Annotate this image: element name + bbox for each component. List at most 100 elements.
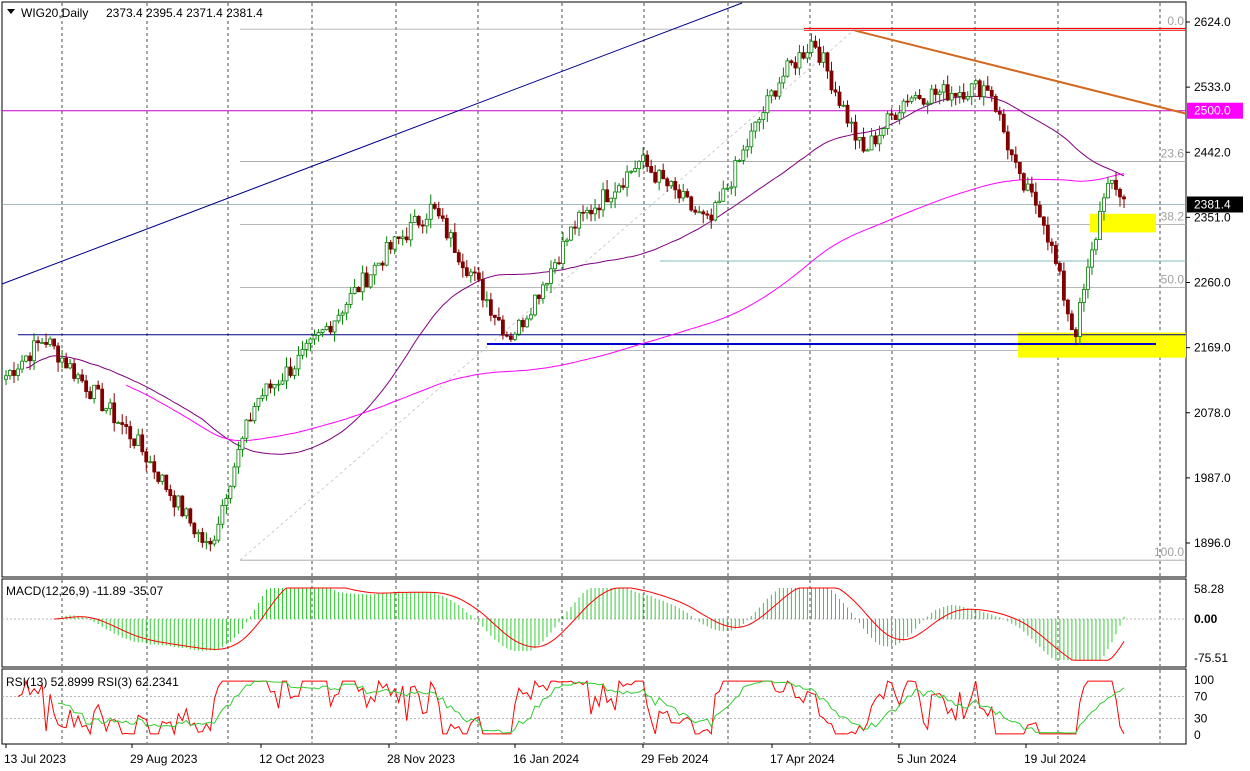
- candle-body: [244, 419, 249, 439]
- candle-body: [216, 523, 221, 541]
- price-tick-label: 1987.0: [1194, 471, 1231, 485]
- candle-body: [52, 338, 56, 347]
- candle-body: [521, 319, 525, 328]
- candle-body: [601, 189, 605, 211]
- candle-body: [641, 154, 646, 162]
- axes: 2624.02533.02442.02351.02260.02169.02078…: [4, 15, 1243, 766]
- candle-body: [625, 171, 630, 188]
- candle-body: [444, 217, 449, 239]
- price-tick-label: 2260.0: [1194, 276, 1231, 290]
- candle-body: [160, 474, 165, 482]
- moving-averages: [25, 95, 1125, 455]
- candle-body: [525, 318, 529, 328]
- candle-body: [116, 422, 121, 425]
- price-panel[interactable]: [1, 1, 1187, 578]
- candle-body: [657, 169, 662, 183]
- candle-body: [80, 374, 85, 382]
- candle-body: [757, 119, 762, 123]
- candle-body: [1025, 183, 1030, 191]
- candle-body: [60, 357, 65, 363]
- candle-body: [364, 272, 369, 288]
- candle-body: [969, 83, 974, 97]
- candle-body: [845, 104, 850, 124]
- candle-body: [985, 85, 990, 91]
- candle-body: [416, 215, 421, 226]
- candle-body: [569, 226, 573, 241]
- candle-body: [476, 272, 481, 280]
- date-label: 17 Apr 2024: [770, 752, 835, 766]
- candle-body: [913, 94, 918, 99]
- candle-body: [252, 405, 257, 422]
- rsi-panel[interactable]: [1, 668, 1187, 745]
- candle-body: [581, 211, 585, 214]
- candle-body: [817, 46, 822, 63]
- candle-body: [456, 252, 461, 263]
- candle-body: [152, 461, 157, 473]
- candle-body: [172, 495, 177, 508]
- date-label: 28 Nov 2023: [387, 752, 455, 766]
- candle-body: [653, 171, 658, 183]
- candle-body: [945, 84, 950, 101]
- candle-body: [773, 90, 778, 97]
- candle-body: [561, 240, 565, 264]
- candle-body: [549, 268, 553, 284]
- candle-body: [464, 267, 469, 277]
- candle-body: [661, 169, 666, 180]
- candle-body: [865, 149, 870, 152]
- candle-body: [1065, 299, 1070, 315]
- candle-body: [236, 449, 241, 468]
- fib-label: 38.2: [1161, 210, 1185, 224]
- candle-body: [925, 102, 930, 105]
- candle-body: [484, 299, 489, 302]
- candle-body: [396, 236, 401, 239]
- candle-body: [829, 70, 834, 91]
- candle-body: [589, 209, 593, 215]
- candle-body: [472, 271, 477, 274]
- candle-body: [993, 95, 998, 112]
- candle-body: [1045, 224, 1050, 243]
- candle-body: [681, 191, 686, 199]
- candle-body: [781, 75, 786, 84]
- date-label: 13 Jul 2023: [4, 752, 66, 766]
- candle-body: [452, 232, 457, 253]
- candle-body: [240, 437, 245, 450]
- candle-body: [184, 508, 189, 517]
- candle-body: [288, 366, 293, 376]
- candle-body: [104, 408, 109, 412]
- date-label: 19 Jul 2024: [1024, 752, 1086, 766]
- candle-body: [621, 185, 626, 188]
- candle-body: [1021, 173, 1026, 191]
- chart-canvas[interactable]: 0.023.638.250.061.8100.0 2624.02533.0244…: [0, 0, 1250, 771]
- candle-body: [905, 100, 910, 103]
- candle-body: [853, 121, 858, 141]
- candle-body: [92, 384, 97, 399]
- candle-body: [673, 181, 678, 191]
- candle-body: [180, 495, 185, 517]
- candle-body: [1049, 241, 1054, 246]
- candle-body: [1098, 210, 1102, 241]
- lower-zone: [1018, 332, 1186, 358]
- candle-body: [901, 100, 906, 114]
- candle-body: [1009, 149, 1014, 156]
- candle-body: [669, 181, 674, 187]
- candle-body: [881, 128, 886, 136]
- candle-body: [1029, 183, 1034, 193]
- candle-body: [404, 236, 409, 241]
- candle-body: [496, 317, 501, 321]
- candle-body: [605, 189, 609, 203]
- ma-long-line: [125, 173, 1125, 442]
- price-tick-label: 2442.0: [1194, 145, 1231, 159]
- uptrend-line: [1, 2, 743, 285]
- macd-panel[interactable]: [1, 578, 1187, 668]
- candle-body: [376, 262, 381, 266]
- candle-body: [284, 366, 289, 382]
- candle-body: [961, 92, 966, 100]
- candle-body: [533, 294, 537, 316]
- candle-body: [308, 338, 313, 344]
- triangle-down-icon[interactable]: [7, 9, 15, 14]
- candle-body: [573, 226, 577, 229]
- candle-body: [897, 112, 902, 120]
- candle-body: [8, 370, 12, 377]
- candle-body: [388, 242, 393, 250]
- rsi-tick-label: 100: [1194, 673, 1214, 687]
